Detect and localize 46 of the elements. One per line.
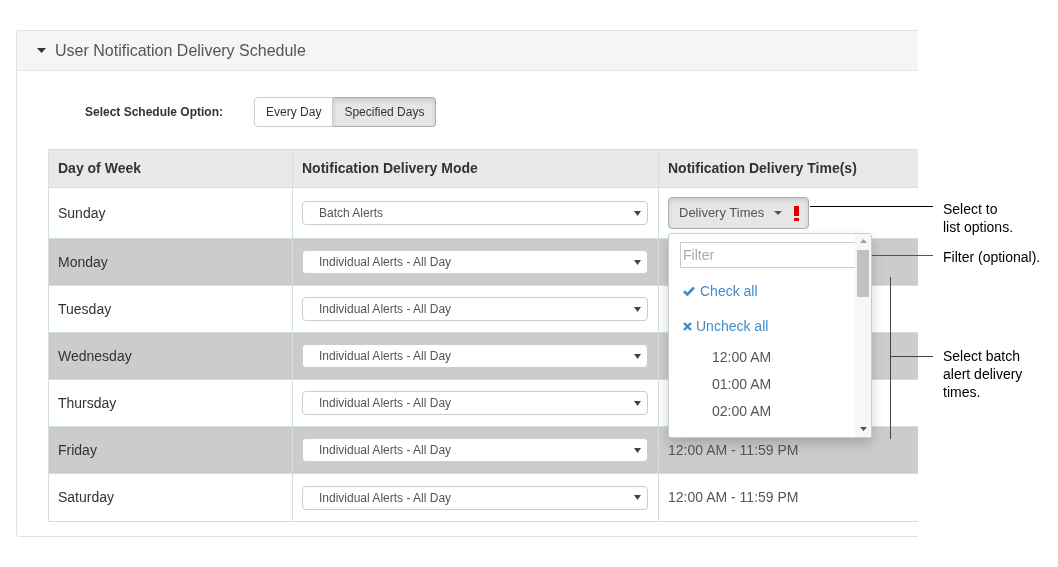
dropdown-select[interactable]: Individual Alerts - All Day bbox=[302, 250, 648, 274]
column-header: Notification Delivery Time(s) bbox=[667, 159, 858, 178]
caret-down-icon bbox=[634, 447, 641, 453]
menu-item[interactable]: Uncheck all bbox=[680, 316, 855, 336]
table-cell: Friday bbox=[49, 427, 293, 473]
time-range-text: 12:00 AM - 11:59 PM bbox=[668, 488, 799, 507]
caret-down-icon bbox=[634, 306, 641, 312]
time-range-text: 12:00 AM - 11:59 PM bbox=[668, 440, 799, 460]
scrollbar-thumb[interactable] bbox=[857, 250, 869, 297]
table-cell: Thursday bbox=[49, 380, 293, 426]
table-cell: Wednesday bbox=[49, 333, 293, 379]
caret-down-icon bbox=[634, 210, 641, 216]
table-cell: Saturday bbox=[49, 474, 293, 521]
column-header: Day of Week bbox=[49, 150, 293, 187]
caret-down-icon bbox=[634, 400, 641, 406]
schedule-option-label: Select Schedule Option: bbox=[85, 104, 224, 121]
panel-title: User Notification Delivery Schedule bbox=[55, 40, 306, 61]
callout-text: Select batch alert delivery times. bbox=[943, 347, 1023, 401]
toggle-button[interactable]: Specified Days bbox=[333, 97, 437, 127]
check-icon bbox=[683, 286, 695, 296]
caret-down-icon bbox=[774, 211, 783, 215]
dropdown-select[interactable]: Batch Alerts bbox=[302, 201, 648, 225]
dropdown-select[interactable]: Individual Alerts - All Day bbox=[302, 438, 648, 462]
panel-header[interactable]: User Notification Delivery Schedule bbox=[17, 31, 918, 71]
toggle-button[interactable]: Every Day bbox=[254, 97, 334, 127]
dropdown-button[interactable]: Delivery Times bbox=[668, 197, 809, 229]
scrollbar[interactable] bbox=[855, 234, 871, 437]
menu-item[interactable]: 12:00 AM bbox=[712, 347, 855, 367]
menu-item[interactable]: 01:00 AM bbox=[712, 374, 855, 394]
table-cell: Tuesday bbox=[49, 286, 293, 332]
menu-item[interactable]: 02:00 AM bbox=[712, 401, 855, 421]
dropdown-select[interactable]: Individual Alerts - All Day bbox=[302, 344, 648, 368]
dropdown-select[interactable]: Individual Alerts - All Day bbox=[302, 391, 648, 415]
dropdown-select[interactable]: Individual Alerts - All Day bbox=[302, 297, 648, 321]
dropdown-select[interactable]: Individual Alerts - All Day bbox=[302, 485, 648, 510]
table-cell: Monday bbox=[49, 239, 293, 285]
x-icon bbox=[683, 321, 692, 331]
caret-down-icon bbox=[634, 259, 641, 265]
column-header: Notification Delivery Mode bbox=[293, 150, 659, 187]
callout-text: Filter (optional). bbox=[943, 248, 1041, 266]
caret-down-icon bbox=[634, 353, 641, 359]
callout-text: Select to list options. bbox=[943, 200, 1014, 236]
menu-item[interactable]: Check all bbox=[680, 281, 855, 301]
table-cell: Sunday bbox=[49, 188, 293, 238]
filter-field[interactable]: Filter bbox=[680, 242, 855, 268]
caret-down-icon bbox=[634, 495, 641, 500]
